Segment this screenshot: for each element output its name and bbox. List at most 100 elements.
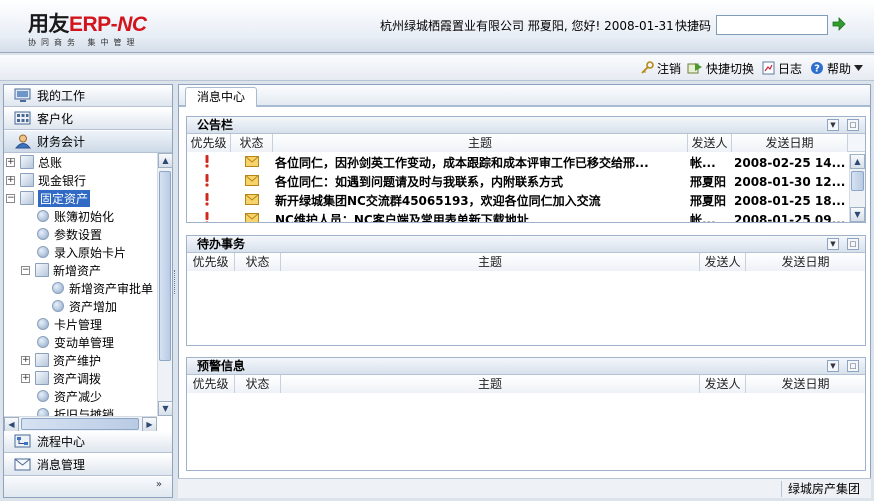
dropdown-icon[interactable]: ▼ (827, 238, 839, 250)
maximize-icon[interactable]: □ (847, 360, 859, 372)
scroll-thumb[interactable] (21, 418, 139, 430)
alert-panel: 预警信息 ▼ □ 优先级 状态 主题 发送人 发送日期 (186, 357, 866, 471)
quick-switch-button[interactable]: 快捷切换 (687, 59, 754, 77)
scroll-down-icon[interactable]: ▼ (850, 207, 865, 222)
folder-icon (20, 173, 34, 187)
monitor-icon (14, 88, 31, 102)
col-date[interactable]: 发送日期 (732, 134, 848, 152)
bulletin-rows: 各位同仁，因孙剑英工作变动，成本跟踪和成本评审工作已移交给邢... 帐... 2… (187, 154, 848, 222)
workflow-icon (14, 434, 31, 448)
tree-item-asset-transfer[interactable]: + 资产调拨 (21, 369, 101, 387)
col-status[interactable]: 状态 (231, 134, 273, 152)
app-header: 用友ERP-NC 协同商务 集中管理 杭州绿城栖霞置业有限公司 邢夏阳, 您好!… (0, 0, 874, 53)
col-priority[interactable]: 优先级 (187, 134, 231, 152)
scroll-up-icon[interactable]: ▲ (158, 153, 173, 168)
bulletin-scrollbar[interactable]: ▲ ▼ (849, 154, 865, 222)
tree-horizontal-scrollbar[interactable]: ◀ ▶ (4, 416, 157, 432)
tree-vertical-scrollbar[interactable]: ▲ ▼ (157, 153, 173, 416)
scroll-right-icon[interactable]: ▶ (142, 417, 157, 432)
logout-button[interactable]: 注销 (640, 59, 681, 77)
table-row[interactable]: 各位同仁：如遇到问题请及时与我联系，内附联系方式 邢夏阳 2008-01-30 … (187, 173, 848, 192)
col-subject[interactable]: 主题 (281, 375, 700, 393)
folder-icon (35, 371, 49, 385)
key-icon (641, 61, 654, 74)
dropdown-icon[interactable]: ▼ (827, 360, 839, 372)
nav-customization-label: 客户化 (37, 112, 74, 126)
col-status[interactable]: 状态 (235, 375, 281, 393)
collapse-icon[interactable]: − (21, 265, 30, 275)
table-row[interactable]: 新开绿城集团NC交流群45065193，欢迎各位同仁加入交流 邢夏阳 2008-… (187, 192, 848, 211)
double-chevron-down-icon[interactable]: » (156, 479, 162, 490)
nav-my-work[interactable]: 我的工作 (4, 85, 172, 107)
col-date[interactable]: 发送日期 (746, 375, 865, 393)
green-arrow-icon[interactable] (832, 17, 846, 31)
tree-item-change-mgmt[interactable]: 变动单管理 (37, 333, 114, 351)
row-sender: 邢夏阳 (690, 175, 727, 189)
tree-item-book-init[interactable]: 账簿初始化 (37, 207, 114, 225)
col-sender[interactable]: 发送人 (700, 375, 746, 393)
expand-icon[interactable]: + (6, 157, 15, 167)
tree-item-parameters[interactable]: 参数设置 (37, 225, 102, 243)
main-panel: 消息中心 公告栏 ▼ □ 优先级 状态 主题 发送人 发送日期 各位同仁，因孙剑… (178, 84, 871, 498)
col-priority[interactable]: 优先级 (187, 375, 235, 393)
envelope-icon (14, 458, 31, 471)
tree-item-asset-reduction[interactable]: 资产减少 (37, 387, 102, 405)
expand-icon[interactable]: + (6, 175, 15, 185)
row-subject: 各位同仁，因孙剑英工作变动，成本跟踪和成本评审工作已移交给邢... (275, 156, 649, 170)
todo-panel-title: 待办事务 ▼ □ (187, 236, 865, 253)
maximize-icon[interactable]: □ (847, 119, 859, 131)
col-sender[interactable]: 发送人 (688, 134, 732, 152)
tree-item-asset-maintenance[interactable]: + 资产维护 (21, 351, 101, 369)
help-button[interactable]: ? 帮助 (810, 59, 864, 77)
nav-workflow-label: 流程中心 (37, 435, 86, 449)
dropdown-icon[interactable]: ▼ (827, 119, 839, 131)
switch-icon (687, 63, 702, 74)
scroll-down-icon[interactable]: ▼ (158, 401, 173, 416)
tree-item-new-assets[interactable]: − 新增资产 (21, 261, 101, 279)
todo-title: 待办事务 (197, 237, 246, 251)
log-button[interactable]: 日志 (762, 59, 802, 77)
expand-icon[interactable]: + (21, 373, 30, 383)
tab-message-center[interactable]: 消息中心 (185, 87, 258, 107)
tree-item-label: 参数设置 (54, 227, 103, 242)
tree-item-cash-bank[interactable]: + 现金银行 (6, 171, 86, 189)
tree-item-fixed-assets[interactable]: − 固定资产 (6, 189, 91, 207)
quick-code-input[interactable] (716, 15, 828, 35)
tree-item-general-ledger[interactable]: + 总账 (6, 153, 62, 171)
scroll-left-icon[interactable]: ◀ (4, 417, 19, 432)
tree-item-depreciation[interactable]: 折旧与摊销 (37, 405, 114, 416)
user-icon (14, 134, 32, 149)
mail-icon (245, 211, 261, 222)
nav-customization[interactable]: 客户化 (4, 108, 172, 130)
col-priority[interactable]: 优先级 (187, 253, 235, 271)
scroll-thumb[interactable] (851, 171, 864, 191)
bulletin-title: 公告栏 (197, 118, 234, 132)
col-status[interactable]: 状态 (235, 253, 281, 271)
col-date[interactable]: 发送日期 (746, 253, 865, 271)
svg-text:?: ? (814, 64, 820, 75)
table-row[interactable]: NC维护人员：NC客户端及常用表单新下载地址 帐... 2008-01-25 0… (187, 211, 848, 222)
expand-icon[interactable]: + (21, 355, 30, 365)
col-subject[interactable]: 主题 (273, 134, 688, 152)
nav-finance[interactable]: 财务会计 (4, 131, 172, 153)
nav-workflow[interactable]: 流程中心 (4, 431, 172, 453)
scroll-up-icon[interactable]: ▲ (850, 154, 865, 169)
tree-item-card-mgmt[interactable]: 卡片管理 (37, 315, 102, 333)
maximize-icon[interactable]: □ (847, 238, 859, 250)
row-date: 2008-01-25 18... (734, 194, 846, 208)
collapse-icon[interactable]: − (6, 193, 15, 203)
tree-item-label: 固定资产 (38, 189, 91, 207)
tree-item-asset-add[interactable]: 资产增加 (52, 297, 117, 315)
scroll-thumb[interactable] (159, 171, 171, 361)
tree-item-new-asset-approval[interactable]: 新增资产审批单 (52, 279, 153, 297)
splitter-grip[interactable] (174, 270, 177, 294)
table-row[interactable]: 各位同仁，因孙剑英工作变动，成本跟踪和成本评审工作已移交给邢... 帐... 2… (187, 154, 848, 173)
col-sender[interactable]: 发送人 (700, 253, 746, 271)
mail-icon (245, 154, 261, 173)
mail-icon (245, 173, 261, 192)
row-subject: NC维护人员：NC客户端及常用表单新下载地址 (275, 213, 529, 222)
col-subject[interactable]: 主题 (281, 253, 700, 271)
nav-message-mgmt[interactable]: 消息管理 (4, 454, 172, 476)
logo: 用友ERP-NC 协同商务 集中管理 (28, 13, 147, 47)
tree-item-original-cards[interactable]: 录入原始卡片 (37, 243, 126, 261)
